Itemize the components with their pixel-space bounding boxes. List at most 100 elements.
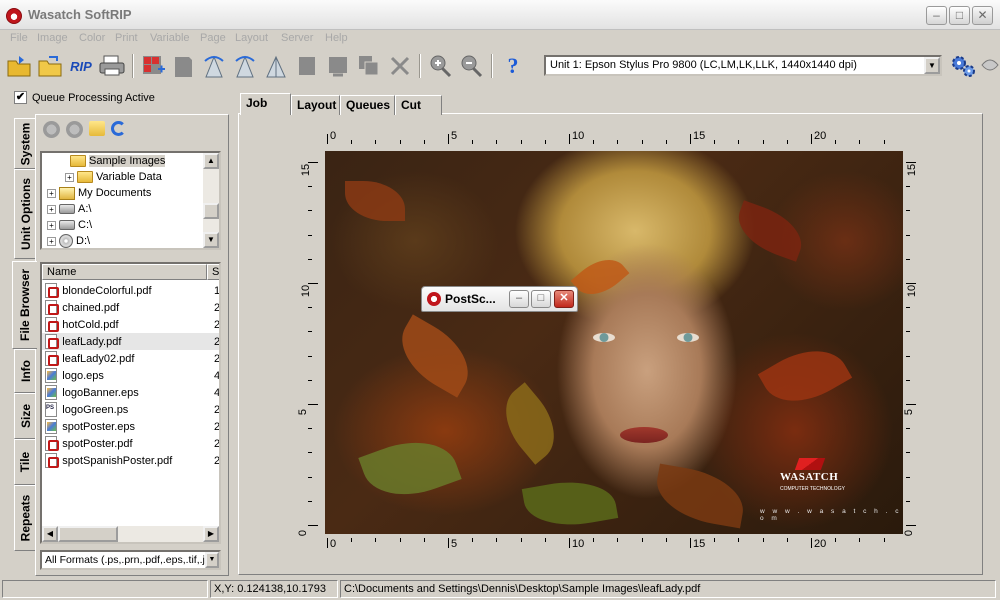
leaf-shape [387,314,483,398]
duplicate-icon[interactable] [354,51,384,81]
file-row[interactable]: logoBanner.eps 47 [42,384,219,401]
rotate-left-icon[interactable] [199,51,229,81]
tab-job[interactable]: Job [240,93,291,115]
expand-icon[interactable]: + [47,188,56,198]
scroll-down-icon[interactable]: ▼ [203,232,219,248]
file-row[interactable]: spotPoster.eps 23 [42,418,219,435]
tab-cut[interactable]: Cut [395,95,442,115]
ruler-tick [308,234,312,236]
job-image-preview[interactable]: WASATCH COMPUTER TECHNOLOGY w w w . w a … [325,151,903,534]
file-name: blondeColorful.pdf [62,284,152,297]
column-name[interactable]: Name [42,264,207,280]
tab-file-browser[interactable]: File Browser [12,261,37,349]
tab-queues[interactable]: Queues [340,95,395,115]
queue-processing-checkbox[interactable]: ✔ [14,91,27,104]
chevron-down-icon[interactable]: ▼ [205,552,219,568]
printer-unit-select[interactable]: Unit 1: Epson Stylus Pro 9800 (LC,LM,LK,… [544,55,942,76]
ruler-tick [308,404,318,405]
expand-icon[interactable]: + [47,236,56,246]
zoom-out-icon[interactable] [456,51,486,81]
file-row[interactable]: spotPoster.pdf 21 [42,435,219,452]
tab-info[interactable]: Info [14,349,36,393]
mirror-icon[interactable] [261,51,291,81]
scroll-left-icon[interactable]: ◀ [42,526,58,542]
transfer-icon[interactable] [978,51,1000,81]
postscript-maximize-button[interactable]: □ [531,290,551,308]
tree-item-a-drive[interactable]: + A:\ [47,201,91,217]
wasatch-app-icon [427,292,441,306]
file-row[interactable]: leafLady.pdf 26 [42,333,219,350]
menu-variable[interactable]: Variable [150,32,190,44]
tab-size[interactable]: Size [14,393,36,439]
menu-help[interactable]: Help [325,32,348,44]
tab-tile[interactable]: Tile [14,439,36,485]
expand-icon[interactable]: + [47,204,56,214]
queue-processing-row[interactable]: ✔ Queue Processing Active [14,91,155,104]
file-row[interactable]: logoGreen.ps 26 [42,401,219,418]
refresh-icon[interactable] [111,121,126,136]
zoom-in-icon[interactable] [425,51,455,81]
printer-icon[interactable] [97,51,127,81]
file-row[interactable]: blondeColorful.pdf 14 [42,282,219,299]
tree-item-my-documents[interactable]: + My Documents [47,185,151,201]
open-file-icon[interactable] [35,51,65,81]
chevron-down-icon[interactable]: ▼ [924,57,940,74]
file-format-select[interactable]: All Formats (.ps,.prn,.pdf,.eps,.tif,.j … [40,550,221,570]
menu-image[interactable]: Image [37,32,68,44]
crop-page-icon[interactable] [292,51,322,81]
open-folder-icon[interactable] [4,51,34,81]
file-row[interactable]: leafLady02.pdf 26 [42,350,219,367]
file-row[interactable]: spotSpanishPoster.pdf 21 [42,452,219,469]
expand-icon[interactable]: + [65,172,74,182]
ruler-tick [762,538,764,542]
title-bar[interactable]: Wasatch SoftRIP – □ ✕ [0,0,1000,30]
menu-color[interactable]: Color [79,32,105,44]
scroll-up-icon[interactable]: ▲ [203,153,219,169]
menu-server[interactable]: Server [281,32,313,44]
column-size[interactable]: Si [207,264,219,280]
menu-page[interactable]: Page [200,32,226,44]
wasatch-app-icon[interactable] [6,8,22,24]
menu-layout[interactable]: Layout [235,32,268,44]
tree-item-d-drive[interactable]: + D:\ [47,233,90,248]
rip-button[interactable]: RIP [66,51,96,81]
file-row[interactable]: hotCold.pdf 24 [42,316,219,333]
tree-item-c-drive[interactable]: + C:\ [47,217,92,233]
ruler-tick [544,538,546,542]
file-list-hscrollbar[interactable]: ◀ ▶ [42,526,219,542]
page-icon[interactable] [168,51,198,81]
expand-icon[interactable]: + [47,220,56,230]
tree-item-variable-data[interactable]: + Variable Data [65,169,162,185]
file-name: leafLady.pdf [62,335,122,348]
status-coordinates: X,Y: 0.124138,10.1793 [210,580,338,598]
add-layout-icon[interactable] [138,51,168,81]
help-icon[interactable]: ? [498,51,528,81]
menu-print[interactable]: Print [115,32,138,44]
postscript-window[interactable]: PostSc... – □ ✕ [421,286,578,312]
close-button[interactable]: ✕ [972,6,993,25]
rotate-right-icon[interactable] [230,51,260,81]
file-row[interactable]: chained.pdf 25 [42,299,219,316]
postscript-close-button[interactable]: ✕ [554,290,574,308]
tab-repeats[interactable]: Repeats [14,485,36,551]
maximize-button[interactable]: □ [949,6,970,25]
postscript-minimize-button[interactable]: – [509,290,529,308]
tab-unit-options[interactable]: Unit Options [14,169,36,259]
tree-item-sample-images[interactable]: Sample Images [70,153,166,169]
menu-file[interactable]: File [10,32,28,44]
delete-icon[interactable] [385,51,415,81]
scroll-right-icon[interactable]: ▶ [203,526,219,542]
tree-scrollbar[interactable]: ▲ ▼ [203,153,219,248]
minimize-button[interactable]: – [926,6,947,25]
up-folder-icon[interactable] [89,121,105,136]
back-icon[interactable] [43,121,60,138]
hscroll-thumb[interactable] [58,526,118,542]
file-row[interactable]: logo.eps 46 [42,367,219,384]
ruler-tick [906,404,916,405]
scroll-thumb[interactable] [203,203,219,219]
tab-system[interactable]: System [14,118,36,169]
forward-icon[interactable] [66,121,83,138]
tab-layout[interactable]: Layout [291,95,340,115]
gear-icon[interactable] [948,51,978,81]
frame-icon[interactable] [323,51,353,81]
